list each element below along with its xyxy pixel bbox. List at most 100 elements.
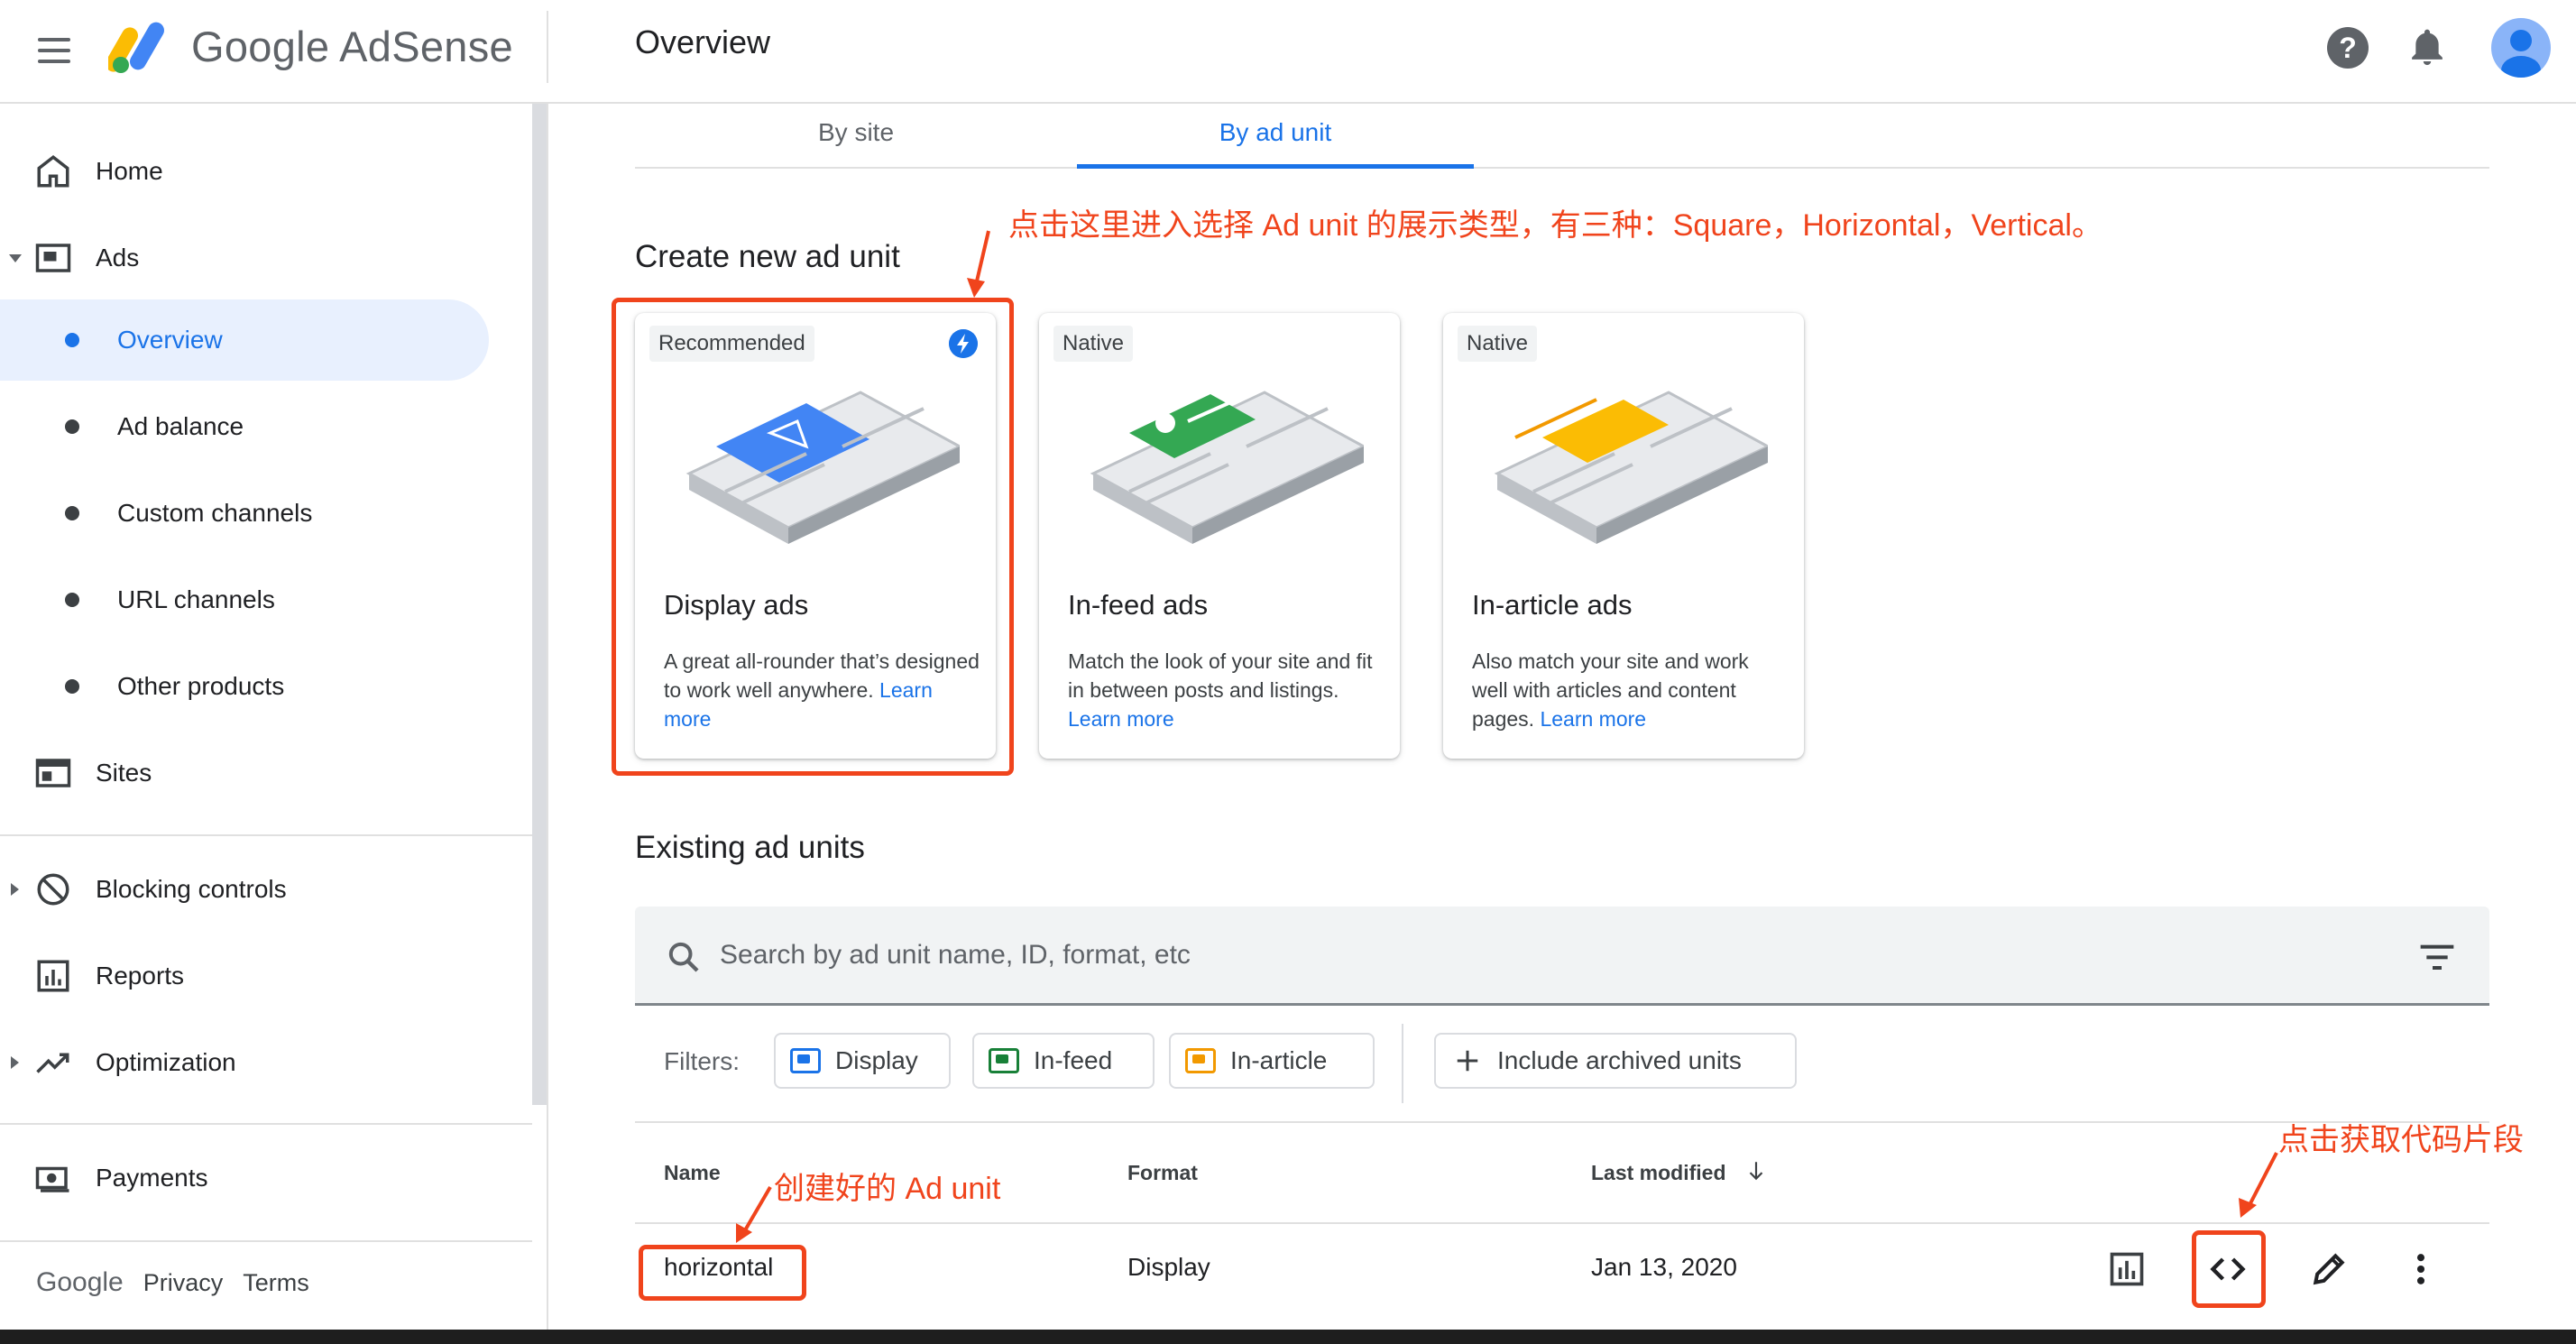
filters-label: Filters: [664, 1047, 740, 1075]
column-header-format[interactable]: Format [1127, 1161, 1198, 1185]
display-ads-illustration [685, 391, 960, 544]
search-input[interactable] [720, 932, 2253, 979]
privacy-link[interactable]: Privacy [143, 1269, 224, 1297]
plus-icon [1457, 1050, 1478, 1072]
native-badge: Native [1053, 326, 1134, 362]
os-dock-strip [0, 1330, 2576, 1344]
chip-label: Include archived units [1497, 1046, 1742, 1074]
filter-chip-in-feed[interactable]: In-feed [972, 1033, 1155, 1089]
sidebar-item-label: Custom channels [117, 499, 313, 527]
sidebar-item-optimization[interactable]: Optimization [0, 1022, 532, 1103]
tab-by-ad-unit[interactable]: By ad unit [1077, 111, 1474, 169]
main-content: By site By ad unit Create new ad unit Re… [550, 104, 2576, 1330]
in-article-ads-card[interactable]: Native In-article ads Also match your si… [1443, 313, 1804, 759]
display-ads-card[interactable]: Recommended Display ads A great all-roun… [635, 313, 996, 759]
sidebar-divider [0, 1240, 532, 1242]
chip-label: Display [835, 1046, 918, 1074]
sidebar-item-payments[interactable]: Payments [0, 1137, 532, 1219]
sidebar-item-label: URL channels [117, 585, 275, 613]
menu-icon[interactable] [34, 31, 74, 70]
optimization-icon [36, 1053, 69, 1073]
column-header-last-modified[interactable]: Last modified [1591, 1161, 1726, 1185]
sidebar-item-label: Home [96, 157, 163, 185]
sidebar-item-other-products[interactable]: Other products [0, 646, 532, 727]
brand-name: Google AdSense [191, 23, 513, 70]
sidebar-item-label: Blocking controls [96, 875, 287, 903]
sidebar-item-label: Overview [117, 326, 223, 354]
tab-by-site[interactable]: By site [635, 111, 1077, 169]
terms-link[interactable]: Terms [243, 1269, 309, 1297]
sidebar-divider [0, 834, 532, 836]
card-description: Also match your site and work well with … [1472, 647, 1788, 733]
table-header-border [635, 1222, 2489, 1224]
home-icon [37, 155, 69, 188]
card-description: A great all-rounder that’s designed to w… [664, 647, 980, 733]
annotation-unit-note: 创建好的 Ad unit [774, 1172, 1001, 1206]
card-title: In-article ads [1472, 589, 1633, 621]
ads-icon [35, 244, 71, 272]
bullet-dot [65, 679, 79, 694]
report-icon[interactable] [2107, 1249, 2147, 1289]
annotation-arrow-icon [967, 230, 990, 298]
expand-caret-icon[interactable] [11, 883, 19, 896]
expand-caret-icon[interactable] [11, 1056, 19, 1069]
filter-chip-in-article[interactable]: In-article [1169, 1033, 1375, 1089]
ad-unit-last-modified: Jan 13, 2020 [1591, 1253, 1737, 1281]
page-title: Overview [635, 23, 771, 60]
bullet-dot [65, 593, 79, 607]
in-feed-ads-card[interactable]: Native In-feed ads Match the look of you… [1039, 313, 1400, 759]
include-archived-chip[interactable]: Include archived units [1434, 1033, 1797, 1089]
filter-divider [1402, 1024, 1403, 1103]
ad-unit-name[interactable]: horizontal [664, 1253, 773, 1282]
sidebar-item-overview[interactable]: Overview [0, 299, 489, 381]
more-vert-icon[interactable] [2401, 1249, 2441, 1289]
chip-label: In-article [1230, 1046, 1328, 1074]
google-footer-logo: Google [36, 1267, 124, 1297]
annotation-code-note: 点击获取代码片段 [2278, 1123, 2524, 1157]
chip-label: In-feed [1034, 1046, 1113, 1074]
sidebar-item-reports[interactable]: Reports [0, 935, 532, 1017]
reports-icon [37, 960, 69, 992]
annotation-arrow-icon [2239, 1152, 2278, 1218]
sidebar-item-label: Other products [117, 672, 285, 700]
bullet-dot [65, 333, 79, 347]
sidebar-item-label: Payments [96, 1164, 208, 1192]
existing-section-title: Existing ad units [635, 830, 865, 865]
sidebar-item-custom-channels[interactable]: Custom channels [0, 473, 532, 554]
native-badge: Native [1458, 326, 1538, 362]
expand-caret-icon[interactable] [9, 253, 22, 262]
notifications-icon[interactable] [2406, 27, 2448, 69]
sites-icon [35, 759, 71, 787]
learn-more-link[interactable]: Learn more [1068, 707, 1174, 731]
sidebar-item-blocking-controls[interactable]: Blocking controls [0, 849, 532, 930]
in-feed-format-icon [989, 1048, 1019, 1073]
sidebar-item-sites[interactable]: Sites [0, 732, 532, 814]
card-title: Display ads [664, 589, 809, 621]
filter-list-icon[interactable] [2419, 943, 2455, 971]
ad-unit-search [635, 907, 2489, 1006]
display-format-icon [790, 1048, 821, 1073]
get-code-icon[interactable] [2208, 1249, 2248, 1289]
help-icon[interactable]: ? [2327, 27, 2369, 69]
account-avatar[interactable] [2491, 18, 2551, 78]
sidebar-scrollbar[interactable] [532, 104, 547, 1105]
annotation-arrow-icon [736, 1185, 772, 1243]
sidebar-item-home[interactable]: Home [0, 131, 532, 212]
block-icon [37, 873, 69, 906]
sidebar-item-url-channels[interactable]: URL channels [0, 559, 532, 640]
topbar-actions: ? [2305, 0, 2576, 99]
tab-bar: By site By ad unit [635, 104, 2489, 169]
sidebar-item-ad-balance[interactable]: Ad balance [0, 386, 532, 467]
sidebar-item-ads[interactable]: Ads [0, 217, 532, 299]
bullet-dot [65, 419, 79, 434]
learn-more-link[interactable]: Learn more [1540, 707, 1646, 731]
filter-chip-display[interactable]: Display [774, 1033, 951, 1089]
in-feed-ads-illustration [1090, 391, 1364, 544]
recommended-badge: Recommended [649, 326, 814, 362]
edit-pencil-icon[interactable] [2309, 1249, 2349, 1289]
column-header-name[interactable]: Name [664, 1161, 721, 1185]
adsense-logo-icon [108, 22, 164, 73]
sort-arrow-down-icon[interactable] [1744, 1157, 1768, 1184]
sidebar-item-label: Optimization [96, 1048, 236, 1076]
topbar-divider [547, 11, 548, 83]
